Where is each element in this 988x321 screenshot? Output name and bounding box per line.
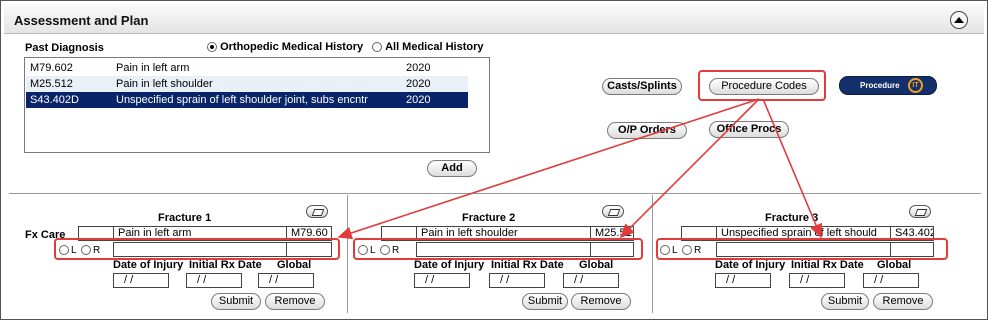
arrow-to-fracture-2 (619, 98, 760, 239)
arrow-to-fracture-1 (337, 98, 760, 240)
assessment-plan-panel: Assessment and Plan Past Diagnosis Ortho… (0, 0, 988, 320)
annotation-arrows (337, 98, 822, 240)
arrow-to-fracture-3 (762, 98, 822, 239)
